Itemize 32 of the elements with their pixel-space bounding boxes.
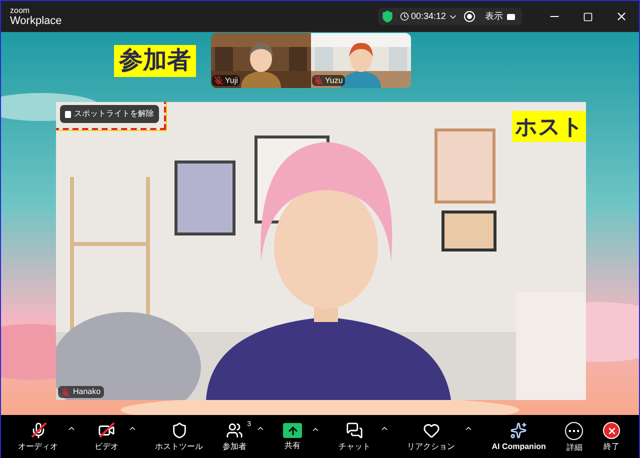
shield-check-icon: [380, 10, 394, 23]
toolbar-button[interactable]: ビデオ: [94, 422, 120, 451]
toolbar-button[interactable]: AI Companion: [490, 422, 547, 451]
chat-icon: [346, 422, 364, 439]
caret-icon[interactable]: [311, 425, 320, 434]
toolbar-button[interactable]: 終了: [602, 422, 621, 451]
caret-icon[interactable]: [256, 424, 265, 433]
toolbar-button[interactable]: 詳細: [564, 422, 584, 452]
view-button[interactable]: 表示: [481, 10, 519, 24]
close-icon[interactable]: [615, 10, 628, 23]
people-icon: [226, 422, 244, 439]
clock-icon: [400, 12, 409, 21]
toolbar-button[interactable]: 共有: [282, 423, 304, 450]
maximize-icon[interactable]: [583, 12, 593, 22]
heart-icon: [422, 422, 440, 439]
record-icon[interactable]: [464, 11, 475, 22]
toolbar-button[interactable]: リアクション: [406, 422, 456, 451]
caret-icon[interactable]: [380, 424, 389, 433]
meeting-timer: 00:34:12: [410, 10, 446, 23]
app-name: Workplace: [10, 15, 62, 27]
toolbar-button[interactable]: チャット: [338, 422, 372, 451]
app-name: zoom: [10, 6, 31, 15]
caret-icon[interactable]: [464, 424, 474, 433]
caret-icon[interactable]: [128, 424, 137, 433]
toolbar-button[interactable]: オーディオ: [17, 422, 59, 451]
toolbar-button[interactable]: ホストツール: [154, 422, 204, 451]
caret-icon[interactable]: [67, 424, 76, 433]
more-icon: [565, 422, 584, 440]
share-icon: [283, 423, 302, 438]
shield-icon: [170, 422, 188, 439]
sparkle-icon: [510, 422, 528, 439]
close-icon: [603, 422, 620, 439]
